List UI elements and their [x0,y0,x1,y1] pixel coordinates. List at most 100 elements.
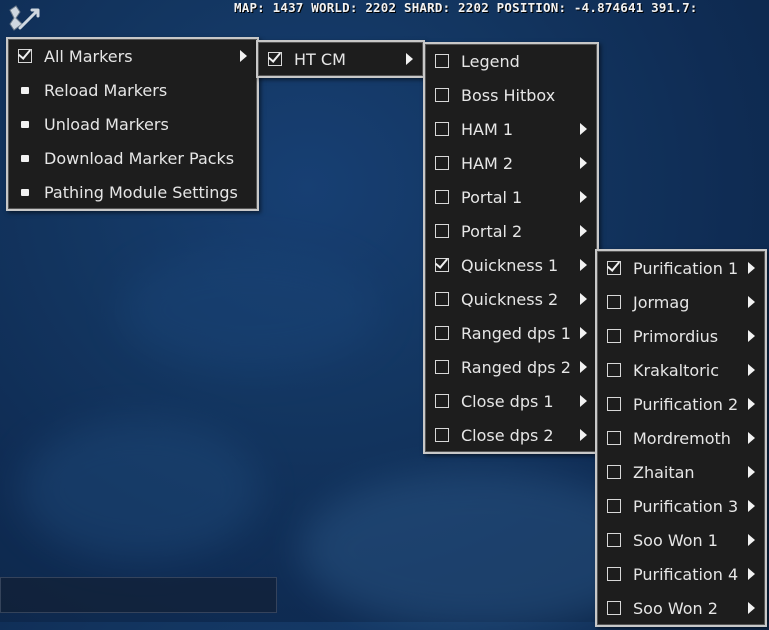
checkbox-icon[interactable] [435,88,449,102]
bullet-icon [21,154,29,162]
submenu-arrow-icon [580,191,587,203]
checkbox-icon[interactable] [607,329,621,343]
checked-checkbox-icon[interactable] [268,52,282,66]
menu-item-close-dps-2[interactable]: Close dps 2 [425,418,597,452]
menu-item-label: Quickness 1 [461,255,559,275]
menu-item-label: Reload Markers [44,80,168,100]
menu-item-label: Jormag [633,292,690,312]
menu-item-ht-cm[interactable]: HT CM [258,42,423,76]
menu-item-label: HAM 2 [461,153,514,173]
submenu-arrow-icon [748,602,755,614]
menu-item-unload-markers[interactable]: Unload Markers [8,107,257,141]
checkbox-icon[interactable] [607,601,621,615]
menu-item-label: Legend [461,51,520,71]
checkbox-icon[interactable] [435,156,449,170]
menu-item-reload-markers[interactable]: Reload Markers [8,73,257,107]
checked-checkbox-icon[interactable] [435,258,449,272]
menu-item-label: Close dps 1 [461,391,554,411]
menu-item-ham-2[interactable]: HAM 2 [425,146,597,180]
checkbox-icon[interactable] [607,295,621,309]
menu-item-purification-3[interactable]: Purification 3 [597,489,765,523]
menu-item-label: Quickness 2 [461,289,559,309]
submenu-arrow-icon [748,262,755,274]
submenu-arrow-icon [580,293,587,305]
terrain-patch [120,250,380,370]
menu-item-jormag[interactable]: Jormag [597,285,765,319]
submenu-arrow-icon [240,50,247,62]
menu-item-label: HT CM [294,49,346,69]
checkbox-icon[interactable] [435,54,449,68]
menu-item-mordremoth[interactable]: Mordremoth [597,421,765,455]
submenu-arrow-icon [580,157,587,169]
phase-submenu: Purification 1 Jormag Primordius Krakaltori… [595,249,767,627]
menu-item-label: Soo Won 2 [633,598,718,618]
menu-item-label: Download Marker Packs [44,148,235,168]
checkbox-icon[interactable] [607,465,621,479]
menu-item-label: Mordremoth [633,428,731,448]
menu-item-label: Zhaitan [633,462,695,482]
menu-item-quickness-2[interactable]: Quickness 2 [425,282,597,316]
menu-item-portal-1[interactable]: Portal 1 [425,180,597,214]
checkbox-icon[interactable] [435,326,449,340]
menu-item-label: Purification 3 [633,496,739,516]
pack-submenu: HT CM [256,40,425,78]
menu-item-label: Ranged dps 1 [461,323,571,343]
submenu-arrow-icon [580,259,587,271]
menu-item-label: HAM 1 [461,119,514,139]
checkbox-icon[interactable] [435,190,449,204]
menu-item-purification-4[interactable]: Purification 4 [597,557,765,591]
submenu-arrow-icon [580,361,587,373]
checkbox-icon[interactable] [607,363,621,377]
menu-item-ranged-dps-1[interactable]: Ranged dps 1 [425,316,597,350]
position-readout: MAP: 1437 WORLD: 2202 SHARD: 2202 POSITI… [234,0,698,15]
menu-item-label: Close dps 2 [461,425,554,445]
menu-item-primordius[interactable]: Primordius [597,319,765,353]
checkbox-icon[interactable] [607,499,621,513]
pathing-logo-icon[interactable] [6,4,42,34]
menu-item-ranged-dps-2[interactable]: Ranged dps 2 [425,350,597,384]
checkbox-icon[interactable] [607,533,621,547]
checkbox-icon[interactable] [435,224,449,238]
menu-item-soo-won-2[interactable]: Soo Won 2 [597,591,765,625]
menu-item-label: Purification 1 [633,258,739,278]
menu-item-label: All Markers [44,46,133,66]
bullet-icon [21,86,29,94]
main-context-menu: All Markers Reload Markers Unload Markers D… [6,37,259,211]
checkbox-icon[interactable] [607,397,621,411]
menu-item-label: Portal 2 [461,221,523,241]
menu-item-boss-hitbox[interactable]: Boss Hitbox [425,78,597,112]
menu-item-pathing-module-settings[interactable]: Pathing Module Settings [8,175,257,209]
menu-item-download-marker-packs[interactable]: Download Marker Packs [8,141,257,175]
menu-item-portal-2[interactable]: Portal 2 [425,214,597,248]
checkbox-icon[interactable] [607,567,621,581]
checked-checkbox-icon[interactable] [18,49,32,63]
submenu-arrow-icon [748,534,755,546]
checkbox-icon[interactable] [607,431,621,445]
menu-item-all-markers[interactable]: All Markers [8,39,257,73]
menu-item-zhaitan[interactable]: Zhaitan [597,455,765,489]
terrain-patch [20,420,260,560]
menu-item-purification-1[interactable]: Purification 1 [597,251,765,285]
menu-item-soo-won-1[interactable]: Soo Won 1 [597,523,765,557]
checkbox-icon[interactable] [435,360,449,374]
checkbox-icon[interactable] [435,394,449,408]
submenu-arrow-icon [748,398,755,410]
menu-item-close-dps-1[interactable]: Close dps 1 [425,384,597,418]
chat-input-bar[interactable] [0,577,277,613]
menu-item-krakaltoric[interactable]: Krakaltoric [597,353,765,387]
menu-item-ham-1[interactable]: HAM 1 [425,112,597,146]
menu-item-purification-2[interactable]: Purification 2 [597,387,765,421]
checkbox-icon[interactable] [435,428,449,442]
submenu-arrow-icon [580,123,587,135]
submenu-arrow-icon [748,364,755,376]
checked-checkbox-icon[interactable] [607,261,621,275]
menu-item-label: Primordius [633,326,719,346]
menu-item-quickness-1[interactable]: Quickness 1 [425,248,597,282]
checkbox-icon[interactable] [435,292,449,306]
submenu-arrow-icon [748,432,755,444]
menu-item-label: Purification 2 [633,394,739,414]
menu-item-legend[interactable]: Legend [425,44,597,78]
menu-item-label: Portal 1 [461,187,523,207]
submenu-arrow-icon [748,500,755,512]
checkbox-icon[interactable] [435,122,449,136]
